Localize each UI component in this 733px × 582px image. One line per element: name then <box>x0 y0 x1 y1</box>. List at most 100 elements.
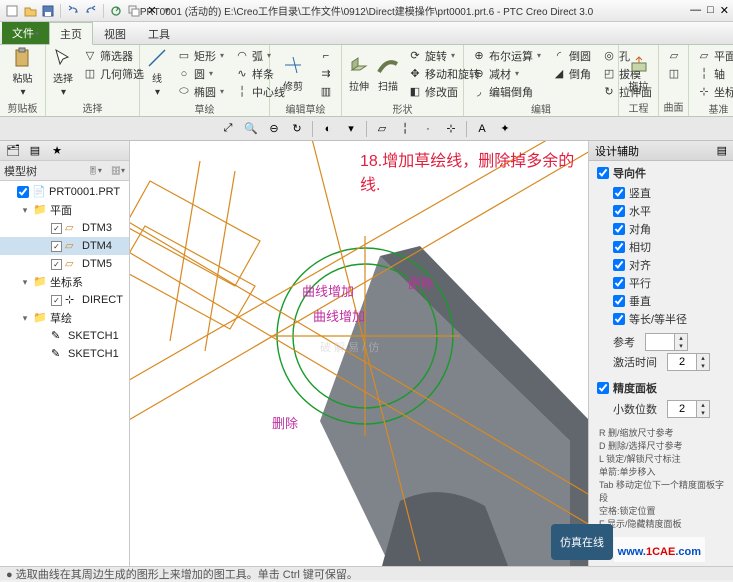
spin-up-icon[interactable]: ▴ <box>675 334 687 342</box>
csys-button[interactable]: ⊹坐标系 <box>693 83 733 100</box>
axis-button[interactable]: ╎轴 <box>693 65 733 82</box>
tree-collapse-icon[interactable]: ▾ <box>20 277 30 288</box>
spin-center-icon[interactable]: ✦ <box>495 119 515 139</box>
dispstyle-icon[interactable]: ◐ <box>318 119 338 139</box>
tree-checkbox[interactable]: ✓ <box>51 241 62 252</box>
tree-checkbox[interactable] <box>17 186 29 198</box>
save-icon[interactable] <box>40 3 56 19</box>
zoomin-icon[interactable]: 🔍 <box>241 119 261 139</box>
panel-close-icon[interactable]: ▤ <box>717 144 727 157</box>
tree-collapse-icon[interactable]: ▾ <box>20 313 30 324</box>
snap-perp-checkbox[interactable] <box>613 295 625 307</box>
extrude-button[interactable]: 拉伸 <box>346 47 372 99</box>
subtract-button[interactable]: ⊖减材▾ <box>468 65 545 82</box>
svg-text:破 解 易 / 仿: 破 解 易 / 仿 <box>320 340 379 354</box>
sketch-icon: ✎ <box>51 329 65 343</box>
revolve-icon: ⟳ <box>408 49 422 63</box>
file-menu[interactable]: 文件 ▾ <box>2 22 49 44</box>
hole-icon: ◎ <box>602 49 616 63</box>
tree-checkbox[interactable]: ✓ <box>51 259 62 270</box>
new-icon[interactable] <box>4 3 20 19</box>
ellipse-button[interactable]: ⬭椭圆▾ <box>173 83 228 100</box>
spin-down-icon[interactable]: ▾ <box>675 342 687 350</box>
fav-tab-icon[interactable]: ★ <box>47 141 67 161</box>
datum-csys-icon[interactable]: ⊹ <box>441 119 461 139</box>
tree-tab-icon[interactable]: 🗂 <box>3 141 23 161</box>
snap-equal-checkbox[interactable] <box>613 313 625 325</box>
snap-horizontal-checkbox[interactable] <box>613 205 625 217</box>
tab-view[interactable]: 视图 <box>93 22 137 44</box>
watermark-badge: 仿真在线 <box>551 524 613 560</box>
mirror-button[interactable]: ▥ <box>315 83 337 100</box>
spin-down-icon[interactable]: ▾ <box>697 362 709 370</box>
spin-down-icon[interactable]: ▾ <box>697 409 709 417</box>
tab-home[interactable]: 主页 <box>49 22 93 45</box>
paste-button[interactable]: 粘贴▾ <box>4 47 41 99</box>
spin-up-icon[interactable]: ▴ <box>697 401 709 409</box>
offset-icon: ⇉ <box>319 67 333 81</box>
corner-button[interactable]: ⌐ <box>315 47 337 64</box>
open-icon[interactable] <box>22 3 38 19</box>
spline-icon: ∿ <box>235 67 249 81</box>
arc-icon: ◠ <box>235 49 249 63</box>
tab-tools[interactable]: 工具 <box>137 22 181 44</box>
snap-align-checkbox[interactable] <box>613 259 625 271</box>
precision-checkbox[interactable] <box>597 382 609 394</box>
boolean-button[interactable]: ⊕布尔运算▾ <box>468 47 545 64</box>
maximize-icon[interactable]: □ <box>707 4 714 17</box>
sweep-button[interactable]: 扫描 <box>375 47 401 99</box>
snap-tangent-checkbox[interactable] <box>613 241 625 253</box>
decimals-spinner[interactable] <box>668 403 696 415</box>
line-button[interactable]: 线▾ <box>144 47 170 99</box>
select-button[interactable]: 选择▾ <box>50 47 76 99</box>
datum-axis-icon[interactable]: ╎ <box>395 119 415 139</box>
folder-icon: 📁 <box>33 311 47 325</box>
line-icon <box>146 48 168 68</box>
surf1-button[interactable]: ▱ <box>663 47 685 64</box>
pull-button[interactable]: 拖拉 <box>623 47 654 99</box>
tree-settings-icon[interactable]: 🎚▾ <box>88 166 102 175</box>
filter-button[interactable]: ▽筛选器 <box>79 47 148 64</box>
surf2-button[interactable]: ◫ <box>663 65 685 82</box>
plane-button[interactable]: ▱平面 <box>693 47 733 64</box>
ref-spinner[interactable] <box>646 336 674 348</box>
active-time-spinner[interactable] <box>668 356 696 368</box>
offset-button[interactable]: ⇉ <box>315 65 337 82</box>
close-icon[interactable]: ✕ <box>720 4 729 17</box>
minimize-icon[interactable]: — <box>690 4 701 17</box>
snap-parallel-checkbox[interactable] <box>613 277 625 289</box>
datum-point-icon[interactable]: · <box>418 119 438 139</box>
regen-icon[interactable] <box>108 3 124 19</box>
chamfer-button[interactable]: ◢倒角 <box>548 65 595 82</box>
datum-icon: ▱ <box>65 221 79 235</box>
tree-checkbox[interactable]: ✓ <box>51 295 62 306</box>
model-tree[interactable]: 📄PRT0001.PRT ▾📁平面 ✓▱DTM3 ✓▱DTM4 ✓▱DTM5 ▾… <box>0 181 129 566</box>
snap-master-checkbox[interactable] <box>597 167 609 179</box>
geomfilter-button[interactable]: ◫几何筛选 <box>79 65 148 82</box>
snap-vertical-checkbox[interactable] <box>613 187 625 199</box>
circle-button[interactable]: ○圆▾ <box>173 65 228 82</box>
move-icon: ✥ <box>408 67 422 81</box>
savedviews-icon[interactable]: ▾ <box>341 119 361 139</box>
refit-icon[interactable]: ⤢ <box>218 119 238 139</box>
tree-show-icon[interactable]: 🗄▾ <box>111 166 125 175</box>
layer-tab-icon[interactable]: ▤ <box>25 141 45 161</box>
tree-checkbox[interactable]: ✓ <box>51 223 62 234</box>
graphics-canvas[interactable]: 破 解 易 / 仿 18.增加草绘线，删除掉多余的线. 曲线增加 曲线增加 删除… <box>130 141 588 566</box>
editfillet-button[interactable]: ◞编辑倒角 <box>468 83 545 100</box>
datum-plane-icon[interactable]: ▱ <box>372 119 392 139</box>
redo-icon[interactable] <box>83 3 99 19</box>
rect-button[interactable]: ▭矩形▾ <box>173 47 228 64</box>
tree-collapse-icon[interactable]: ▾ <box>20 205 30 216</box>
zoomout-icon[interactable]: ⊖ <box>264 119 284 139</box>
snap-diagonal-checkbox[interactable] <box>613 223 625 235</box>
spin-up-icon[interactable]: ▴ <box>697 354 709 362</box>
csys-icon: ⊹ <box>697 85 711 99</box>
repaint-icon[interactable]: ↻ <box>287 119 307 139</box>
group-label: 剪贴板 <box>4 99 41 115</box>
model-tree-pane: 🗂 ▤ ★ 模型树 🎚▾ 🗄▾ 📄PRT0001.PRT ▾📁平面 ✓▱DTM3… <box>0 141 130 566</box>
fillet-button[interactable]: ◜倒圆 <box>548 47 595 64</box>
annotations-icon[interactable]: A <box>472 119 492 139</box>
trim-button[interactable]: 修剪 <box>274 47 312 99</box>
undo-icon[interactable] <box>65 3 81 19</box>
